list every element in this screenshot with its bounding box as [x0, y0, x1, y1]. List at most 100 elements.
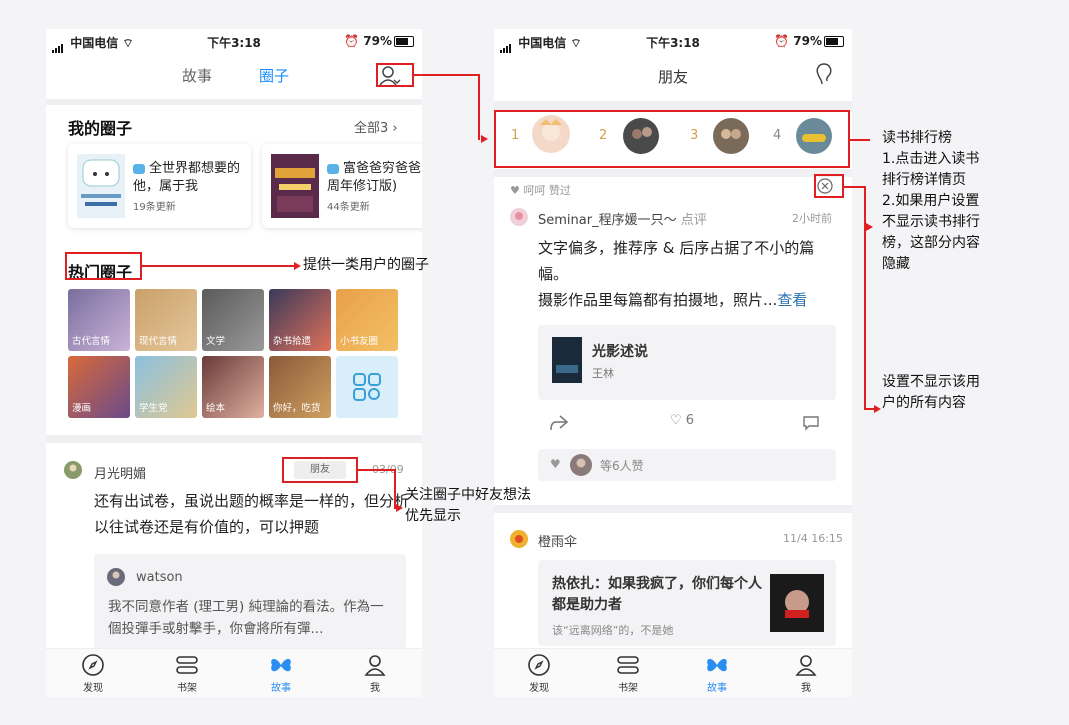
status-bar: 中国电信 ⌔ 下午3:18 ⏰ 79% — [494, 29, 852, 55]
hot-circle-tile[interactable]: 文学 — [202, 289, 264, 351]
likes-summary-text: 等6人赞 — [600, 459, 644, 473]
nav-discover[interactable]: 发现 — [73, 653, 113, 694]
tab-story[interactable]: 故事 — [182, 65, 212, 86]
all-circles-label: 全部3 — [354, 121, 389, 136]
butterfly-icon — [271, 658, 291, 672]
annotation-box — [494, 110, 850, 168]
circle-card-meta: 44条更新 — [327, 202, 370, 213]
post-username[interactable]: 橙雨伞 — [538, 531, 577, 550]
nav-label: 故事 — [707, 683, 727, 694]
hot-circle-tile[interactable]: 古代言情 — [68, 289, 130, 351]
nav-story[interactable]: 故事 — [261, 653, 301, 694]
avatar — [107, 568, 125, 586]
annotation-reading-rank: 读书排行榜 1.点击进入读书排行榜详情页 2.如果用户设置不显示读书排行榜，这部… — [882, 130, 980, 272]
nav-bookshelf[interactable]: 书架 — [608, 653, 648, 694]
heart-icon: ♥ — [550, 457, 561, 471]
annotation-arrow — [866, 223, 873, 231]
nav-label: 书架 — [177, 683, 197, 694]
nav-discover[interactable]: 发现 — [519, 653, 559, 694]
compass-icon — [82, 654, 104, 676]
divider — [46, 99, 422, 105]
person-icon — [364, 655, 386, 676]
hot-circle-tile[interactable]: 小书友圈 — [336, 289, 398, 351]
quote-username: watson — [136, 570, 183, 585]
like-button[interactable]: ♡ 6 — [670, 413, 694, 428]
post-text-paragraph: 摄影作品里每篇都有拍摄地，照片...查看 — [538, 287, 832, 313]
quote-text: 我不同意作者 (理工男) 純理論的看法。作為一個投彈手或射擊手，你會將所有彈..… — [108, 599, 384, 637]
bookshelf-icon — [176, 656, 198, 674]
nav-bookshelf[interactable]: 书架 — [167, 653, 207, 694]
article-title: 热依扎：如果我疯了，你们每个人都是助力者 — [552, 576, 762, 613]
post-username[interactable]: 月光明媚 — [94, 463, 146, 482]
more-circles-tile[interactable] — [336, 356, 398, 418]
circle-card-title: 全世界都想要的他，属于我 — [133, 161, 241, 194]
hot-circle-tile[interactable]: 漫画 — [68, 356, 130, 418]
tile-label: 文学 — [206, 336, 226, 347]
nav-label: 发现 — [529, 683, 549, 694]
compass-icon — [528, 654, 550, 676]
circle-card[interactable]: 全世界都想要的他，属于我 19条更新 — [68, 144, 251, 228]
quoted-post[interactable]: watson 我不同意作者 (理工男) 純理論的看法。作為一個投彈手或射擊手，你… — [94, 554, 406, 649]
battery-text: 79% — [363, 34, 392, 48]
circle-card-title: 富爸爸穷爸爸20周年修订版) — [327, 161, 422, 194]
article-card[interactable]: 热依扎：如果我疯了，你们每个人都是助力者 该“远离网络”的，不是她 — [538, 560, 836, 646]
annotation-hide-user: 设置不显示该用户的所有内容 — [882, 374, 980, 411]
annotation-line — [414, 74, 480, 76]
hot-circle-tile[interactable]: 绘本 — [202, 356, 264, 418]
post-time: 11/4 16:15 — [783, 532, 843, 545]
left-phone: 中国电信 ⌔ 下午3:18 ⏰ 79% 故事 圈子 我的圈子 全部3 › 全世界… — [46, 29, 422, 697]
tile-label: 现代言情 — [139, 336, 178, 347]
nav-me[interactable]: 我 — [355, 653, 395, 694]
likes-summary[interactable]: ♥ 等6人赞 — [538, 449, 836, 481]
hot-circle-tile[interactable]: 现代言情 — [135, 289, 197, 351]
post-text-excerpt: 摄影作品里每篇都有拍摄地，照片... — [538, 291, 778, 309]
book-cover — [271, 154, 319, 218]
annotation-box — [814, 174, 844, 198]
post-time: 2小时前 — [792, 212, 832, 225]
circle-card-meta: 19条更新 — [133, 202, 176, 213]
book-author: 王林 — [592, 367, 614, 380]
circle-chat-icon — [327, 163, 339, 174]
tile-label: 小书友圈 — [340, 336, 379, 347]
bookshelf-icon — [617, 656, 639, 674]
grid-icon — [353, 373, 381, 401]
battery-icon — [394, 36, 414, 47]
annotation-box — [282, 457, 358, 483]
bottom-nav: 发现 书架 故事 我 — [494, 648, 852, 697]
annotation-line — [478, 74, 480, 140]
post-action: 点评 — [680, 213, 707, 228]
annotation-line — [850, 139, 870, 141]
profile-settings-icon[interactable] — [814, 62, 834, 86]
book-title: 光影述说 — [592, 344, 648, 360]
nav-story[interactable]: 故事 — [697, 653, 737, 694]
avatar — [510, 208, 528, 226]
share-icon[interactable] — [548, 413, 570, 433]
book-card[interactable]: 光影述说 王林 — [538, 325, 836, 400]
circle-card[interactable]: 富爸爸穷爸爸20周年修订版) 44条更新 — [262, 144, 422, 228]
annotation-arrow — [481, 135, 488, 143]
liked-label: 赞过 — [548, 184, 571, 197]
all-circles-link[interactable]: 全部3 › — [354, 117, 398, 136]
view-more-link[interactable]: 查看 — [777, 291, 807, 309]
tile-label: 杂书拾遗 — [273, 336, 312, 347]
hot-circle-tile[interactable]: 你好，吃货 — [269, 356, 331, 418]
nav-label: 发现 — [83, 683, 103, 694]
annotation-line — [142, 265, 294, 267]
nav-label: 我 — [801, 683, 811, 694]
comment-icon[interactable] — [802, 415, 820, 431]
liked-by-user: 呵呵 — [523, 184, 546, 197]
hot-circle-tile[interactable]: 杂书拾遗 — [269, 289, 331, 351]
nav-me[interactable]: 我 — [786, 653, 826, 694]
tile-label: 古代言情 — [72, 336, 111, 347]
nav-label: 我 — [370, 683, 380, 694]
book-cover — [77, 154, 125, 218]
annotation-line — [864, 186, 866, 410]
tab-circle[interactable]: 圈子 — [259, 65, 289, 86]
top-tabs: 故事 圈子 — [46, 55, 422, 95]
post-username[interactable]: Seminar_程序媛一只～ — [538, 213, 677, 228]
avatar — [64, 461, 82, 479]
article-subtitle: 该“远离网络”的，不是她 — [552, 624, 674, 637]
hot-circle-tile[interactable]: 学生党 — [135, 356, 197, 418]
bottom-nav: 发现 书架 故事 我 — [46, 648, 422, 697]
post-text: 文字偏多，推荐序 & 后序占据了不小的篇幅。 摄影作品里每篇都有拍摄地，照片..… — [538, 235, 832, 313]
